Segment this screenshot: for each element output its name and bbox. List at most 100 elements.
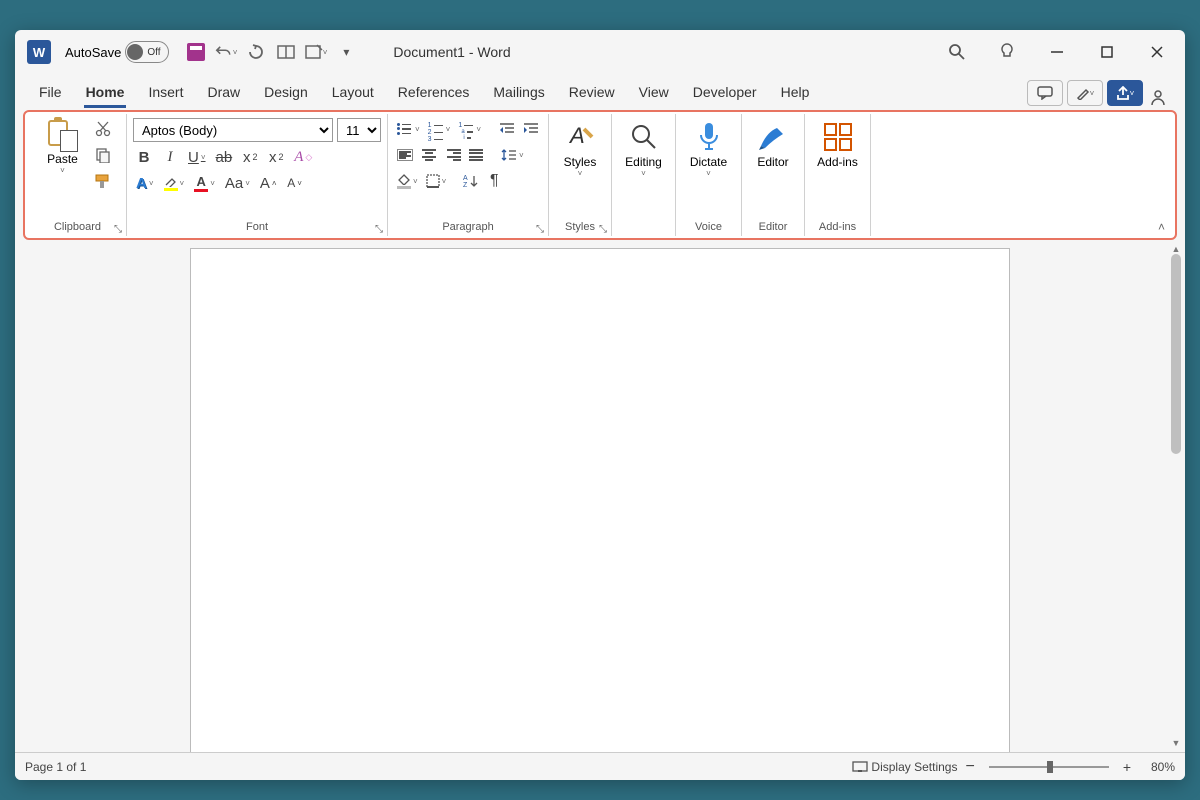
italic-button[interactable]: I bbox=[159, 146, 181, 168]
document-page[interactable] bbox=[190, 248, 1010, 752]
share-button[interactable]: ˅ bbox=[1107, 80, 1143, 106]
dictate-button[interactable]: Dictate˅ bbox=[682, 116, 736, 182]
title-bar: W AutoSave Off ˅ ˅ ▾ Document1 - Word bbox=[15, 30, 1185, 74]
close-button[interactable] bbox=[1141, 36, 1173, 68]
align-right-button[interactable] bbox=[442, 144, 464, 166]
superscript-button[interactable]: x2 bbox=[265, 146, 287, 168]
tab-layout[interactable]: Layout bbox=[320, 78, 386, 106]
change-case-button[interactable]: Aa˅ bbox=[222, 172, 253, 194]
tab-insert[interactable]: Insert bbox=[136, 78, 195, 106]
qat-button-2[interactable]: ˅ bbox=[305, 41, 327, 63]
scroll-up-icon[interactable]: ▲ bbox=[1172, 244, 1181, 254]
line-spacing-button[interactable]: ˅ bbox=[498, 144, 527, 166]
tab-mailings[interactable]: Mailings bbox=[481, 78, 556, 106]
paste-button[interactable]: Paste ˅ bbox=[39, 116, 87, 177]
decrease-indent-button[interactable] bbox=[496, 118, 518, 140]
svg-text:Z: Z bbox=[463, 182, 468, 188]
maximize-button[interactable] bbox=[1091, 36, 1123, 68]
autosave[interactable]: AutoSave Off bbox=[65, 41, 169, 63]
display-settings-button[interactable]: Display Settings bbox=[852, 760, 957, 774]
text-effects-button[interactable]: A˅ bbox=[133, 172, 157, 194]
undo-button[interactable]: ˅ bbox=[215, 41, 237, 63]
sort-button[interactable]: AZ bbox=[459, 170, 481, 192]
editor-button[interactable]: Editor bbox=[746, 116, 800, 173]
numbering-button[interactable]: 123˅ bbox=[425, 118, 454, 140]
align-left-button[interactable] bbox=[394, 144, 416, 166]
group-label: Clipboard bbox=[54, 221, 101, 233]
tab-view[interactable]: View bbox=[627, 78, 681, 106]
subscript-button[interactable]: x2 bbox=[239, 146, 261, 168]
shrink-font-button[interactable]: A˅ bbox=[284, 172, 306, 194]
font-name-select[interactable]: Aptos (Body) bbox=[133, 118, 333, 142]
qat-customize[interactable]: ▾ bbox=[335, 41, 357, 63]
clear-formatting-button[interactable]: A◇ bbox=[291, 146, 315, 168]
account-icon[interactable] bbox=[1143, 88, 1173, 106]
shading-button[interactable]: ˅ bbox=[394, 170, 421, 192]
highlight-button[interactable]: ˅ bbox=[161, 172, 188, 194]
group-editing: Editing˅ bbox=[612, 114, 676, 236]
group-label: Voice bbox=[695, 221, 722, 233]
tab-draw[interactable]: Draw bbox=[195, 78, 252, 106]
zoom-slider[interactable] bbox=[989, 766, 1109, 768]
increase-indent-button[interactable] bbox=[520, 118, 542, 140]
tab-references[interactable]: References bbox=[386, 78, 482, 106]
autosave-toggle[interactable]: Off bbox=[125, 41, 169, 63]
zoom-out-button[interactable]: − bbox=[965, 758, 974, 776]
group-label: Styles bbox=[565, 221, 595, 233]
vertical-scrollbar[interactable]: ▲ ▼ bbox=[1169, 244, 1183, 748]
dialog-launcher-icon[interactable]: ⤡ bbox=[114, 224, 122, 235]
page-indicator[interactable]: Page 1 of 1 bbox=[25, 760, 86, 774]
tab-file[interactable]: File bbox=[27, 78, 74, 106]
group-clipboard: Paste ˅ Clipboard ⤡ bbox=[29, 114, 127, 236]
dialog-launcher-icon[interactable]: ⤡ bbox=[599, 224, 607, 235]
group-editor: Editor Editor bbox=[742, 114, 805, 236]
align-center-button[interactable] bbox=[418, 144, 440, 166]
underline-button[interactable]: U˅ bbox=[185, 146, 209, 168]
strikethrough-button[interactable]: ab bbox=[213, 146, 236, 168]
bullets-button[interactable]: ˅ bbox=[394, 118, 423, 140]
font-size-select[interactable]: 11 bbox=[337, 118, 381, 142]
comments-button[interactable] bbox=[1027, 80, 1063, 106]
tab-home[interactable]: Home bbox=[74, 78, 137, 106]
redo-button[interactable] bbox=[245, 41, 267, 63]
editing-button[interactable]: Editing˅ bbox=[617, 116, 671, 182]
app-window: W AutoSave Off ˅ ˅ ▾ Document1 - Word bbox=[15, 30, 1185, 780]
editing-mode-button[interactable]: ˅ bbox=[1067, 80, 1103, 106]
save-button[interactable] bbox=[185, 41, 207, 63]
qat-button-1[interactable] bbox=[275, 41, 297, 63]
document-title: Document1 - Word bbox=[393, 44, 510, 60]
tab-help[interactable]: Help bbox=[769, 78, 822, 106]
zoom-level[interactable]: 80% bbox=[1139, 760, 1175, 774]
justify-button[interactable] bbox=[466, 144, 488, 166]
borders-button[interactable]: ˅ bbox=[423, 170, 450, 192]
multilevel-list-button[interactable]: 1ai˅ bbox=[455, 118, 484, 140]
group-font: Aptos (Body) 11 B I U˅ ab x2 x2 A◇ A˅ bbox=[127, 114, 388, 236]
tab-review[interactable]: Review bbox=[557, 78, 627, 106]
cut-button[interactable] bbox=[91, 118, 115, 140]
lightbulb-icon[interactable] bbox=[991, 36, 1023, 68]
search-icon[interactable] bbox=[941, 36, 973, 68]
ribbon-tabs: File Home Insert Draw Design Layout Refe… bbox=[15, 74, 1185, 106]
tab-developer[interactable]: Developer bbox=[681, 78, 769, 106]
minimize-button[interactable] bbox=[1041, 36, 1073, 68]
styles-button[interactable]: A Styles˅ bbox=[553, 116, 607, 182]
tab-design[interactable]: Design bbox=[252, 78, 320, 106]
grow-font-button[interactable]: A˄ bbox=[257, 172, 280, 194]
dialog-launcher-icon[interactable]: ⤡ bbox=[536, 224, 544, 235]
clipboard-icon bbox=[48, 118, 78, 152]
font-color-button[interactable]: A˅ bbox=[191, 172, 218, 194]
zoom-in-button[interactable]: + bbox=[1123, 759, 1131, 775]
scroll-thumb[interactable] bbox=[1171, 254, 1181, 454]
microphone-icon bbox=[692, 120, 726, 154]
dialog-launcher-icon[interactable]: ⤡ bbox=[375, 224, 383, 235]
copy-button[interactable] bbox=[91, 144, 115, 166]
scroll-down-icon[interactable]: ▼ bbox=[1172, 738, 1181, 748]
addins-button[interactable]: Add-ins bbox=[811, 116, 865, 173]
show-marks-button[interactable]: ¶ bbox=[483, 170, 505, 192]
editor-pen-icon bbox=[756, 120, 790, 154]
svg-text:A: A bbox=[568, 123, 585, 148]
group-styles: A Styles˅ Styles ⤡ bbox=[549, 114, 612, 236]
format-painter-button[interactable] bbox=[91, 170, 115, 192]
collapse-ribbon-button[interactable]: ˄ bbox=[1158, 220, 1165, 234]
bold-button[interactable]: B bbox=[133, 146, 155, 168]
